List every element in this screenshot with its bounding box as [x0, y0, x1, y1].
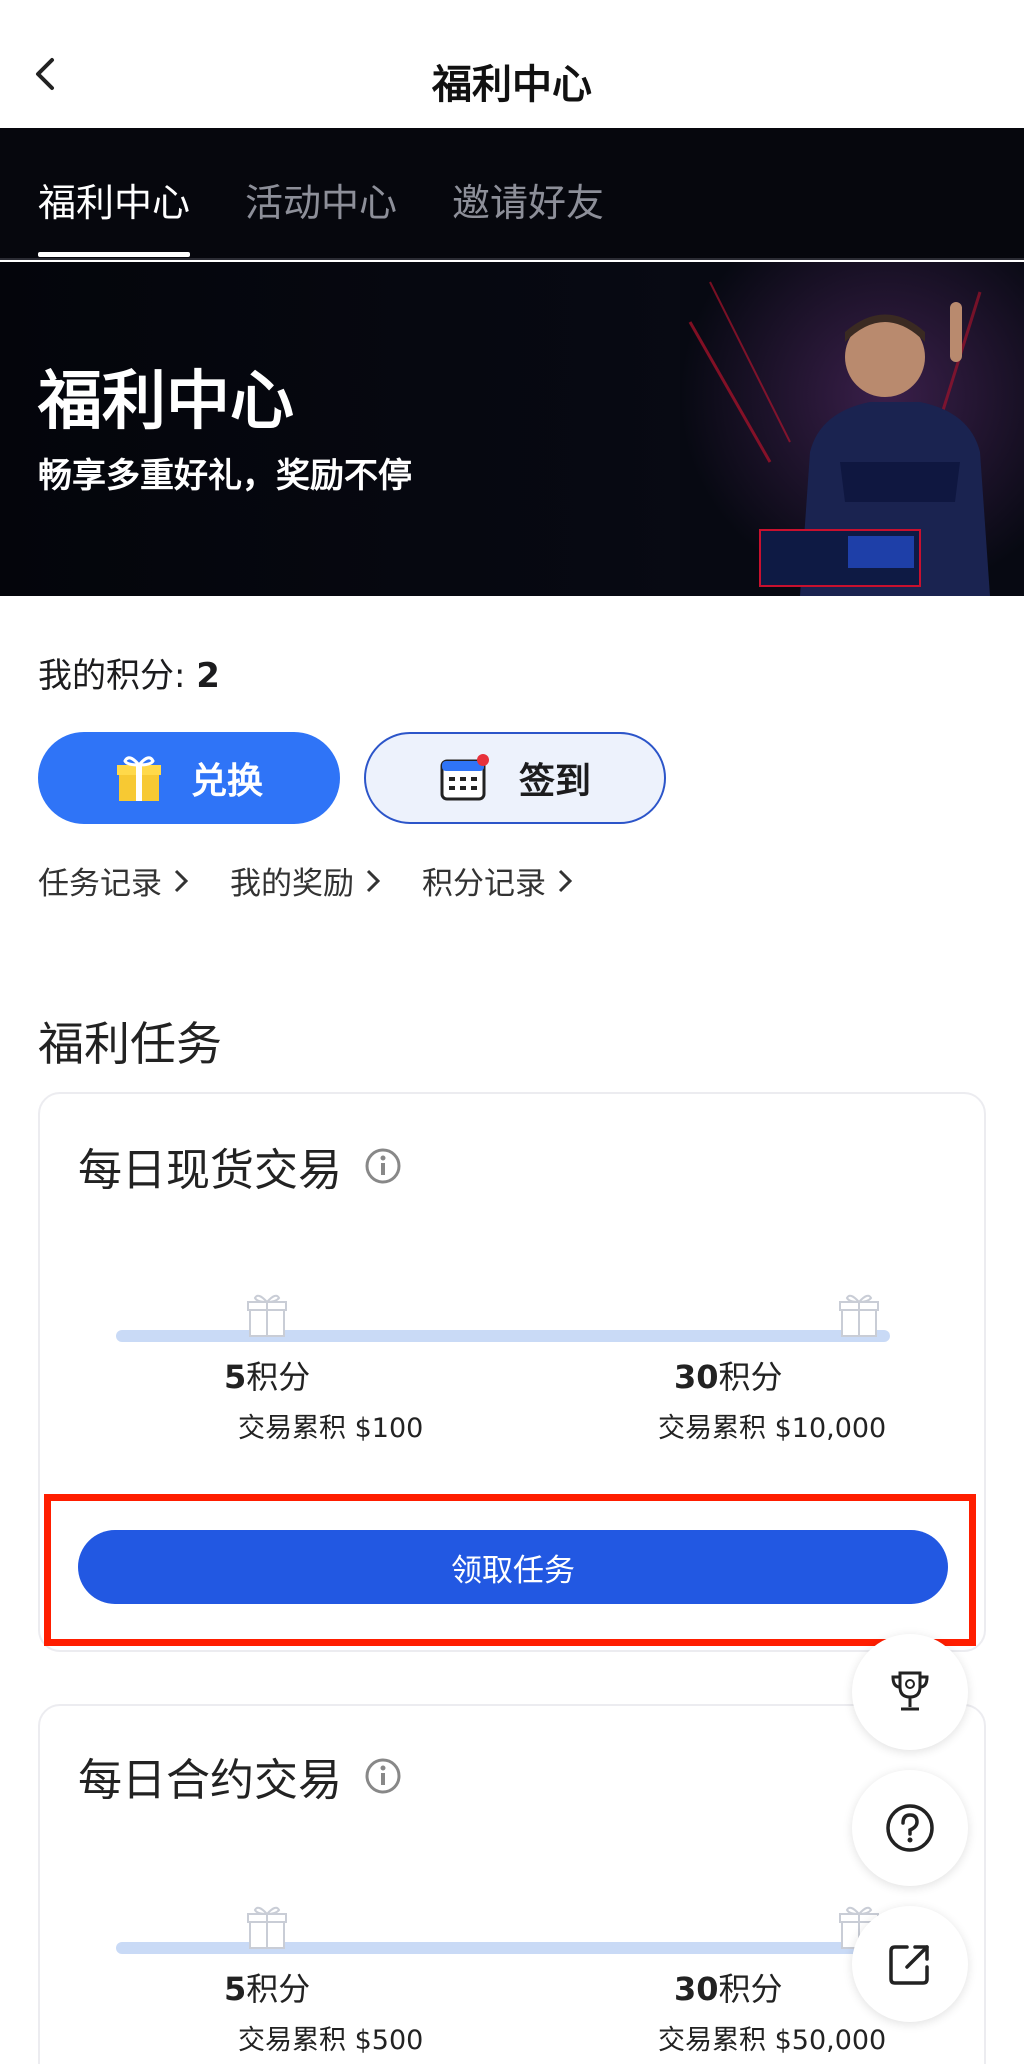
tab-welfare-center[interactable]: 福利中心 — [38, 172, 190, 227]
task-card: 每日合约交易 5积分 30积分 交易累积 $500 交易累积 $50,000 — [38, 1704, 986, 2064]
chevron-right-icon — [558, 869, 573, 892]
gift-icon — [247, 1906, 287, 1949]
tier-description: 交易累积 $500 — [238, 2025, 424, 2056]
tier-points: 30积分 — [674, 1970, 783, 2008]
section-title: 福利任务 — [38, 1017, 222, 1071]
share-icon — [889, 1945, 929, 1985]
hero-banner: 福利中心 畅享多重好礼，奖励不停 — [0, 262, 1024, 596]
tier-description: 交易累积 $50,000 — [658, 2025, 887, 2056]
driver-promo-image — [680, 262, 1024, 596]
tier-description: 交易累积 $10,000 — [658, 1413, 887, 1444]
gift-icon — [247, 1294, 287, 1337]
top-bar: 福利中心 — [0, 0, 1024, 128]
page-title: 福利中心 — [432, 62, 592, 108]
highlight-annotation — [44, 1494, 976, 1646]
tab-invite-friends[interactable]: 邀请好友 — [452, 172, 604, 227]
record-links: 任务记录 我的奖励 积分记录 — [38, 858, 574, 903]
help-icon — [886, 1804, 934, 1852]
banner-title: 福利中心 — [38, 365, 294, 439]
task-title: 每日现货交易 — [78, 1134, 402, 1198]
tier-points: 5积分 — [224, 1970, 311, 2008]
tab-active-indicator — [38, 252, 190, 257]
points-label: 我的积分: — [38, 656, 186, 696]
tier-description: 交易累积 $100 — [238, 1413, 424, 1444]
tier-points: 5积分 — [224, 1358, 311, 1396]
trophy-button[interactable] — [852, 1634, 968, 1750]
my-rewards-link[interactable]: 我的奖励 — [230, 858, 382, 903]
checkin-label: 签到 — [518, 761, 591, 802]
chevron-right-icon — [174, 869, 189, 892]
info-icon[interactable] — [364, 1757, 402, 1795]
chevron-right-icon — [366, 869, 381, 892]
progress-track — [116, 1942, 890, 1954]
points-records-link[interactable]: 积分记录 — [422, 858, 574, 903]
redeem-button[interactable]: 兑换 — [38, 732, 340, 824]
calendar-icon — [440, 754, 489, 801]
info-icon[interactable] — [364, 1147, 402, 1185]
gift-icon — [116, 756, 161, 801]
checkin-button[interactable]: 签到 — [364, 732, 666, 824]
tab-activity-center[interactable]: 活动中心 — [245, 172, 397, 227]
share-button[interactable] — [852, 1906, 968, 2022]
tab-bar: 福利中心 活动中心 邀请好友 — [0, 128, 1024, 260]
task-title: 每日合约交易 — [78, 1744, 402, 1808]
banner-subtitle: 畅享多重好礼，奖励不停 — [38, 456, 412, 496]
help-button[interactable] — [852, 1770, 968, 1886]
gift-icon — [839, 1294, 879, 1337]
redeem-label: 兑换 — [190, 761, 263, 802]
points-summary: 我的积分: 2 — [38, 648, 220, 697]
trophy-icon — [891, 1671, 929, 1711]
tier-points: 30积分 — [674, 1358, 783, 1396]
points-value: 2 — [196, 656, 220, 696]
task-records-link[interactable]: 任务记录 — [38, 858, 190, 903]
progress-track — [116, 1330, 890, 1342]
